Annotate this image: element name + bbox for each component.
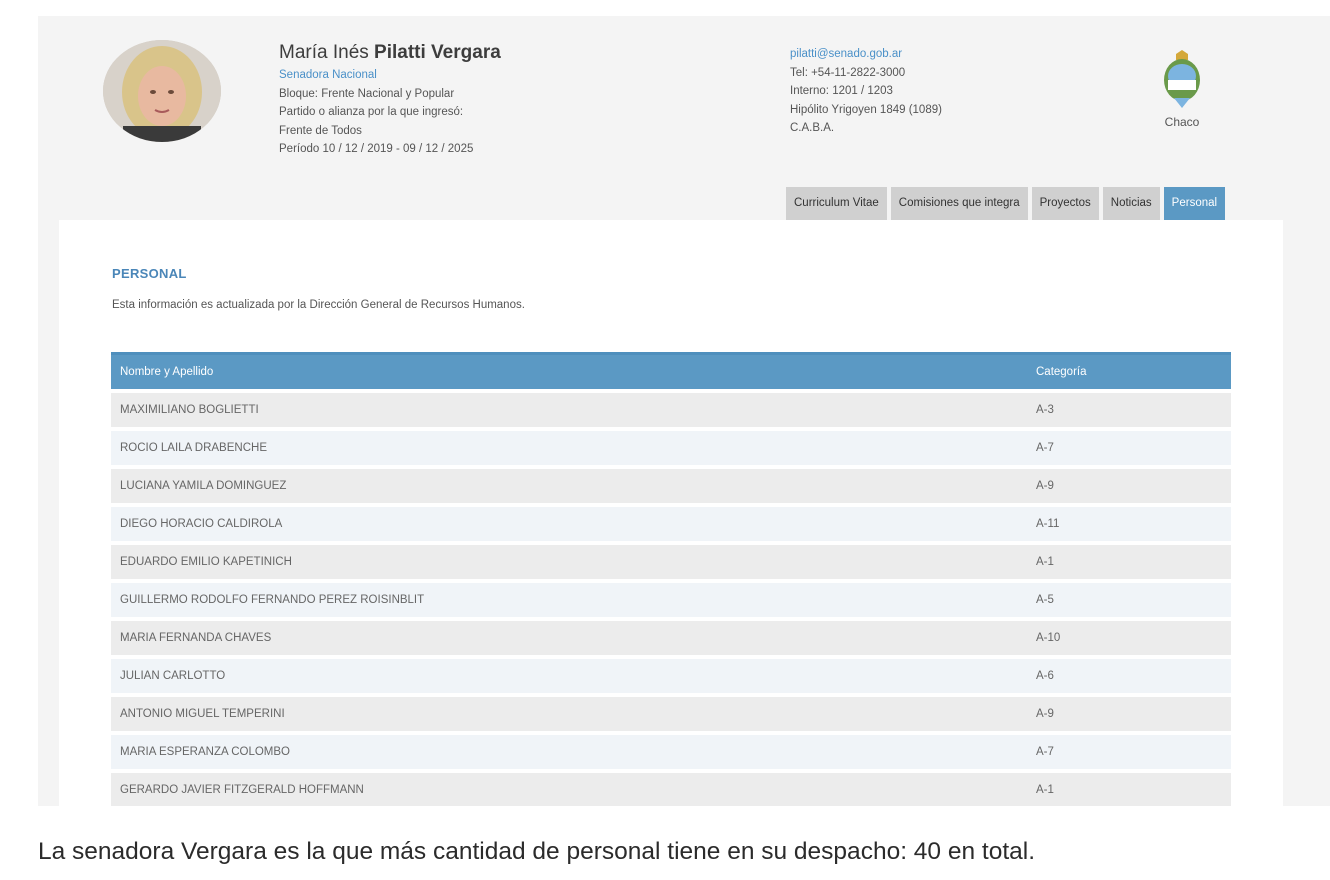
senator-last-name: Pilatti Vergara [374,42,501,63]
senator-portrait-icon [103,40,221,142]
staff-category: A-3 [1036,393,1231,427]
section-title: PERSONAL [112,266,187,281]
header-name: Nombre y Apellido [111,352,1036,389]
senator-info: María Inés Pilatti Vergara Senadora Naci… [279,40,501,159]
staff-table: Nombre y Apellido Categoría MAXIMILIANO … [111,348,1231,806]
senator-role: Senadora Nacional [279,69,377,81]
table-row: ROCIO LAILA DRABENCHE A-7 [111,431,1231,465]
address: Hipólito Yrigoyen 1849 (1089) [790,103,942,116]
table-row: LUCIANA YAMILA DOMINGUEZ A-9 [111,469,1231,503]
table-row: ANTONIO MIGUEL TEMPERINI A-9 [111,697,1231,731]
table-row: MAXIMILIANO BOGLIETTI A-3 [111,393,1231,427]
staff-name: MARIA FERNANDA CHAVES [111,621,1036,655]
staff-category: A-5 [1036,583,1231,617]
senator-photo [103,40,221,142]
staff-category: A-7 [1036,431,1231,465]
staff-category: A-11 [1036,507,1231,541]
staff-category: A-9 [1036,697,1231,731]
staff-category: A-1 [1036,773,1231,806]
email-link[interactable]: pilatti@senado.gob.ar [790,45,942,64]
contact-info: pilatti@senado.gob.ar Tel: +54-11-2822-3… [790,45,942,138]
staff-category: A-9 [1036,469,1231,503]
tab-comisiones[interactable]: Comisiones que integra [890,187,1028,220]
staff-category: A-10 [1036,621,1231,655]
tab-proyectos[interactable]: Proyectos [1031,187,1099,220]
table-row: EDUARDO EMILIO KAPETINICH A-1 [111,545,1231,579]
staff-name: DIEGO HORACIO CALDIROLA [111,507,1036,541]
section-note: Esta información es actualizada por la D… [112,299,525,311]
header-category: Categoría [1036,352,1231,389]
staff-category: A-6 [1036,659,1231,693]
staff-category: A-1 [1036,545,1231,579]
tab-personal[interactable]: Personal [1163,187,1226,220]
province-name: Chaco [1164,115,1200,129]
image-caption: La senadora Vergara es la que más cantid… [38,838,1036,865]
senator-party-label: Partido o alianza por la que ingresó: [279,106,464,119]
staff-name: LUCIANA YAMILA DOMINGUEZ [111,469,1036,503]
tab-noticias[interactable]: Noticias [1102,187,1160,220]
staff-name: MARIA ESPERANZA COLOMBO [111,735,1036,769]
senator-first-name: María Inés [279,42,369,63]
table-row: GUILLERMO RODOLFO FERNANDO PEREZ ROISINB… [111,583,1231,617]
staff-name: GERARDO JAVIER FITZGERALD HOFFMANN [111,773,1036,806]
profile-tabs: Curriculum Vitae Comisiones que integra … [786,187,1226,220]
staff-name: GUILLERMO RODOLFO FERNANDO PEREZ ROISINB… [111,583,1036,617]
table-row: MARIA FERNANDA CHAVES A-10 [111,621,1231,655]
staff-name: MAXIMILIANO BOGLIETTI [111,393,1036,427]
table-row: DIEGO HORACIO CALDIROLA A-11 [111,507,1231,541]
tab-curriculum-vitae[interactable]: Curriculum Vitae [786,187,887,220]
senator-name: María Inés Pilatti Vergara [279,40,501,66]
staff-category: A-7 [1036,735,1231,769]
table-header-row: Nombre y Apellido Categoría [111,352,1231,389]
senator-party: Frente de Todos [279,124,362,137]
senator-period: Período 10 / 12 / 2019 - 09 / 12 / 2025 [279,143,474,156]
screenshot-frame: María Inés Pilatti Vergara Senadora Naci… [38,16,1330,806]
province-coat-of-arms-icon [1164,50,1200,108]
staff-name: JULIAN CARLOTTO [111,659,1036,693]
table-row: GERARDO JAVIER FITZGERALD HOFFMANN A-1 [111,773,1231,806]
staff-name: ROCIO LAILA DRABENCHE [111,431,1036,465]
senator-bloc: Bloque: Frente Nacional y Popular [279,87,455,100]
phone: Tel: +54-11-2822-3000 [790,66,906,79]
staff-name: ANTONIO MIGUEL TEMPERINI [111,697,1036,731]
table-row: JULIAN CARLOTTO A-6 [111,659,1231,693]
province-block: Chaco [1154,50,1210,129]
content-panel: PERSONAL Esta información es actualizada… [59,220,1283,806]
extension: Interno: 1201 / 1203 [790,85,893,98]
city: C.A.B.A. [790,122,835,135]
table-row: MARIA ESPERANZA COLOMBO A-7 [111,735,1231,769]
staff-name: EDUARDO EMILIO KAPETINICH [111,545,1036,579]
